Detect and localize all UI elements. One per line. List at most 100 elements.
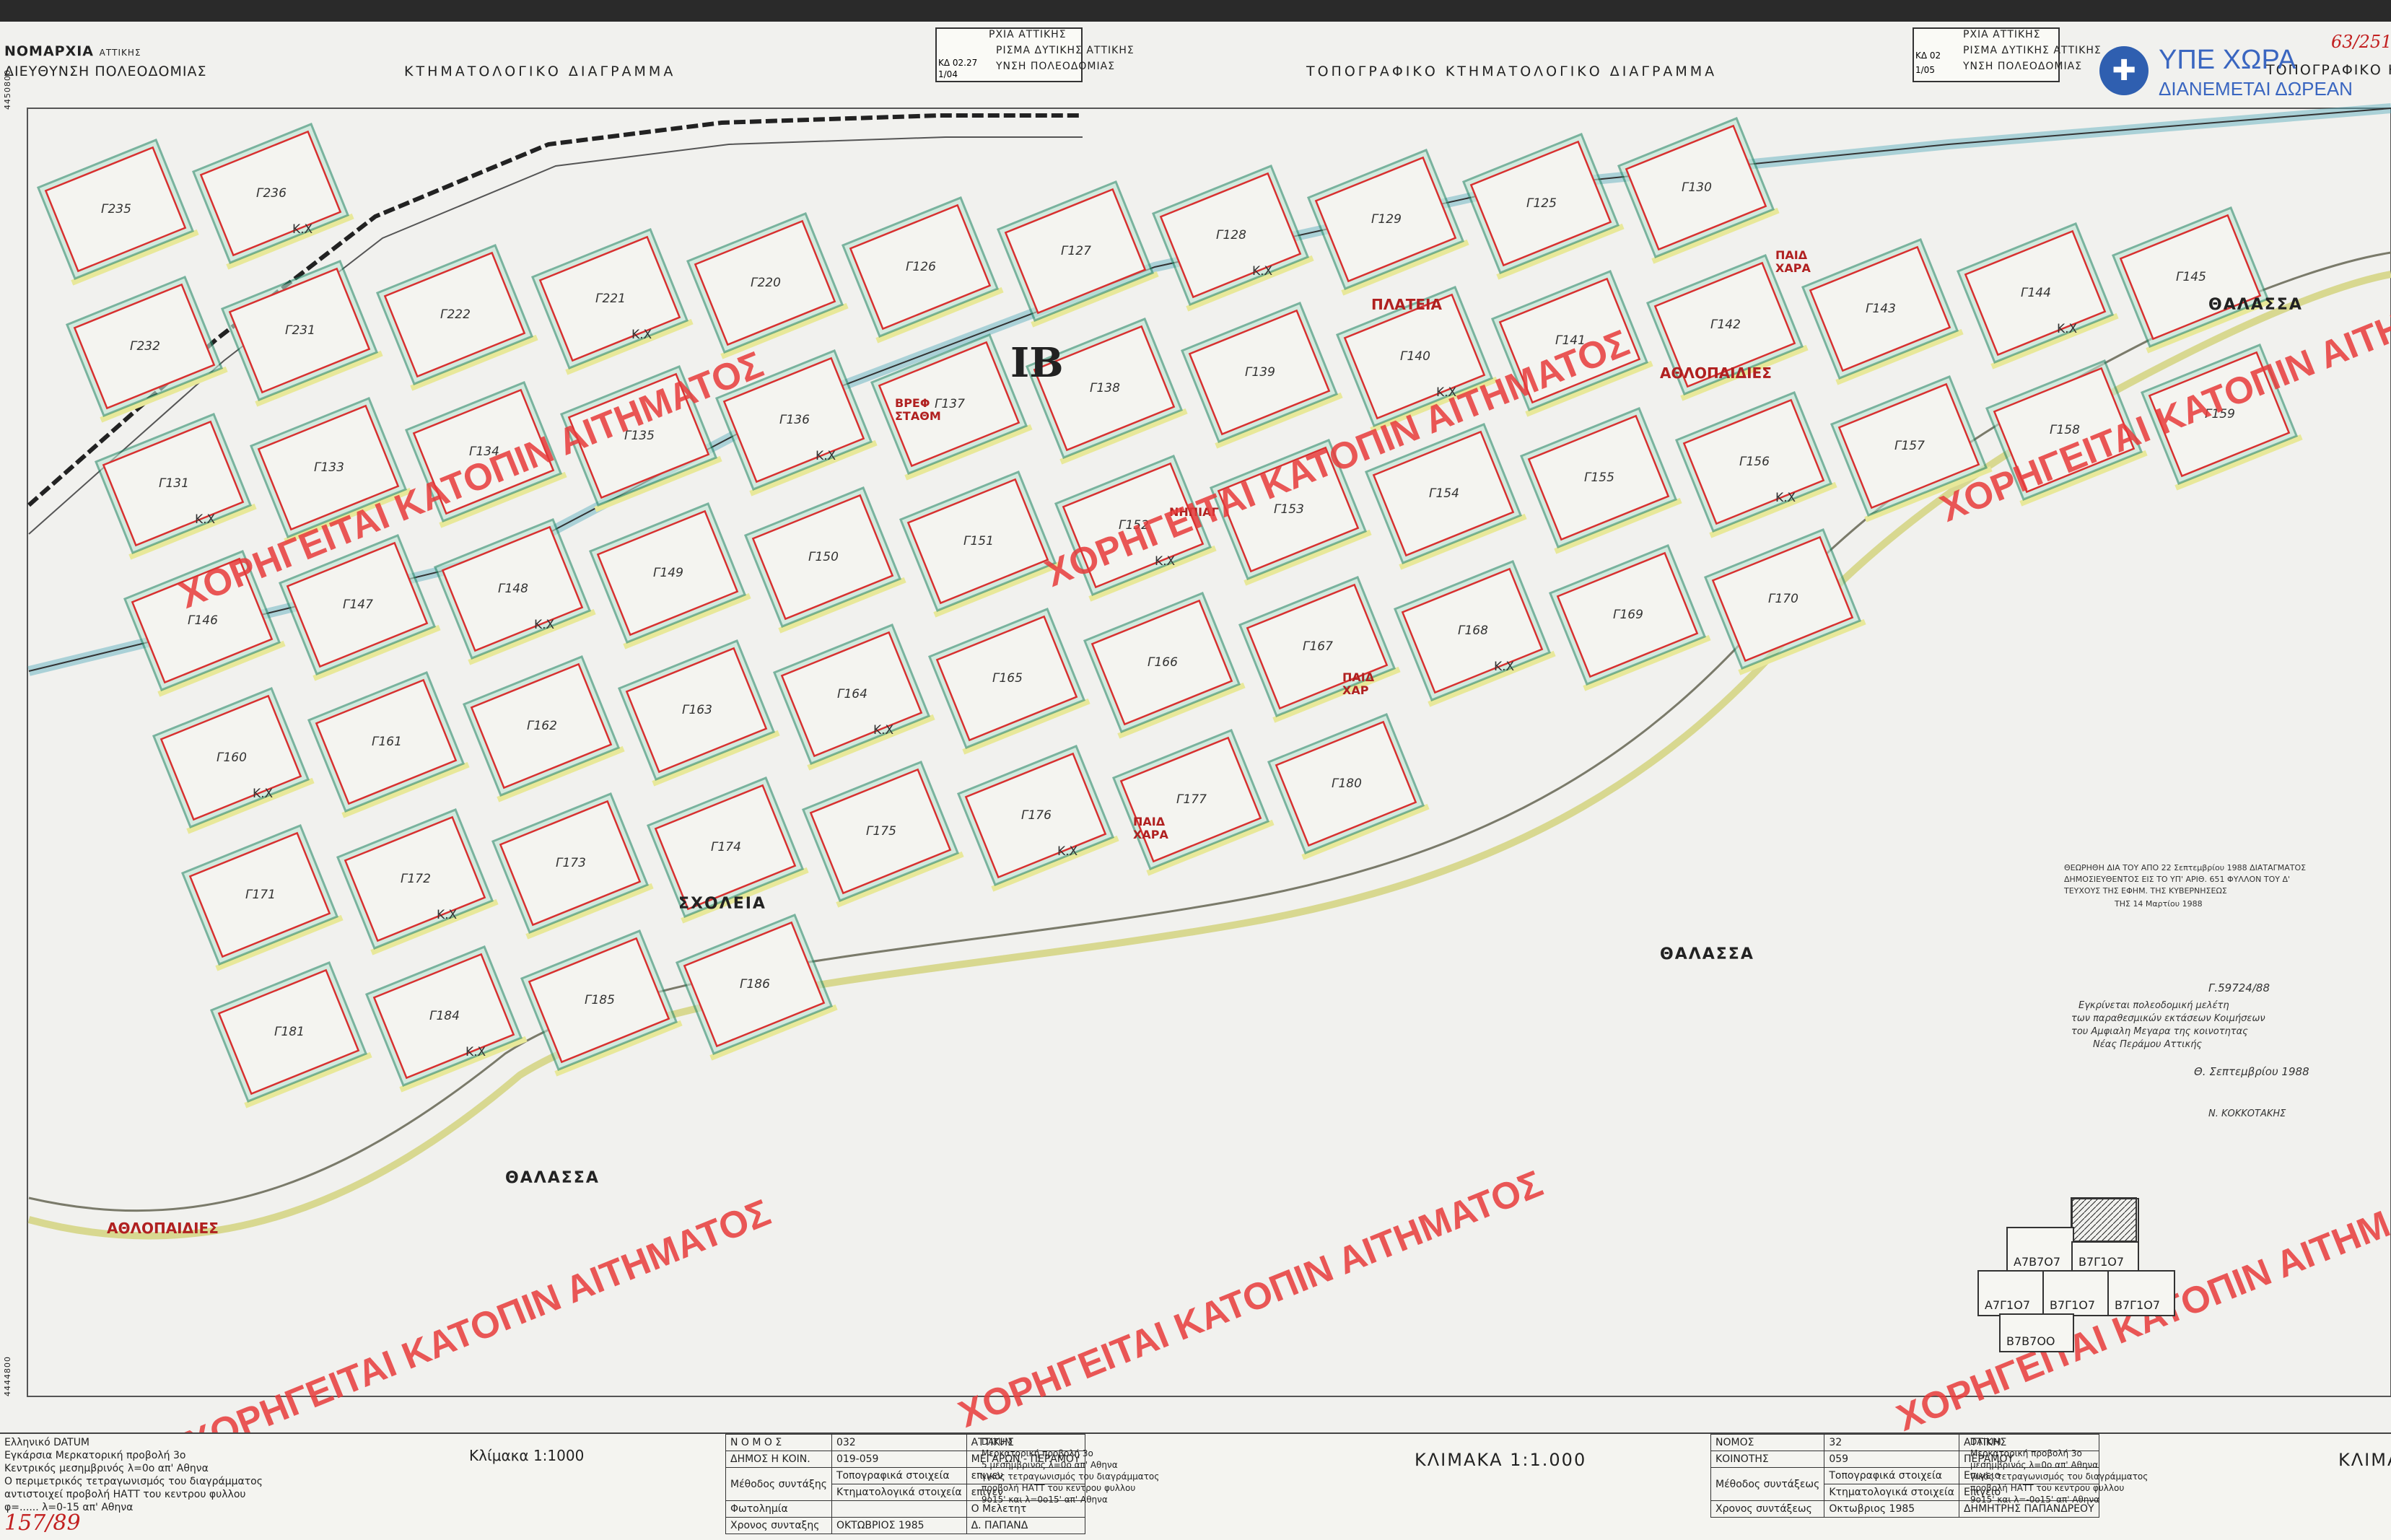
approval-line3: ΤΕΥΧΟΥΣ ΤΗΣ ΕΦΗΜ. ΤΗΣ ΚΥΒΕΡΝΗΣΕΩΣ <box>2064 886 2227 896</box>
sea-label-2: ΘΑΛΑΣΣΑ <box>1660 945 1754 963</box>
datum2-title: DATUM <box>982 1437 1013 1447</box>
kx-label: Κ.Χ <box>292 222 313 237</box>
block-id-label: Γ151 <box>963 534 994 548</box>
block-id-label: Γ163 <box>682 703 712 717</box>
sheet-index-cell-4: Β7Γ1Ο7 <box>2042 1270 2110 1316</box>
block-id-label: Γ171 <box>245 888 276 902</box>
cadastral-map <box>27 103 2391 1397</box>
approval-line2: ΔΗΜΟΣΙΕΥΘΕΝΤΟΣ ΕΙΣ ΤΟ ΥΠ' ΑΡΙΘ. 651 ΦΥΛΛ… <box>2064 875 2290 884</box>
block-id-label: Γ138 <box>1090 381 1120 395</box>
hand-note-date: Θ. Σεπτεμβρίου 1988 <box>2194 1065 2309 1078</box>
block-id-label: Γ180 <box>1332 776 1362 791</box>
sheet-index-current <box>2071 1198 2139 1244</box>
block-id-label: Γ129 <box>1371 212 1402 227</box>
block-id-label: Γ143 <box>1866 302 1896 316</box>
place-label-playground-2: ΠΑΙΔ ΧΑΡ <box>1342 670 1375 697</box>
block-id-label: Γ137 <box>935 397 965 411</box>
block-id-label: Γ160 <box>217 751 247 765</box>
block-id-label: Γ173 <box>556 856 586 870</box>
block-id-label: Γ149 <box>653 566 683 580</box>
block-id-label: Γ150 <box>808 550 839 564</box>
kx-label: Κ.Χ <box>816 449 836 463</box>
block-id-label: Γ133 <box>314 460 344 475</box>
kx-label: Κ.Χ <box>437 908 458 922</box>
block-id-label: Γ166 <box>1148 655 1178 670</box>
block-id-label: Γ145 <box>2176 270 2206 284</box>
place-label-sports-1: ΑΘΛΟΠΑΙΔΙΕΣ <box>1660 364 1772 382</box>
place-label-schools: ΣΧΟΛΕΙΑ <box>678 895 766 913</box>
block-id-label: Γ167 <box>1303 639 1333 654</box>
datum3-line: προβολή ΗΑΤΤ του κεντρου φυλλου <box>1970 1483 2125 1493</box>
block-id-label: Γ142 <box>1710 318 1741 332</box>
block-id-label: Γ164 <box>837 687 867 701</box>
scale-left: Κλίμακα 1:1000 <box>469 1447 585 1464</box>
datum-line: Κεντρικός μεσημβρινός λ=0ο απ' Αθηνα <box>4 1463 209 1474</box>
block-id-label: Γ236 <box>256 186 287 201</box>
place-label-playground-1: ΠΑΙΔ ΧΑΡΑ <box>1775 248 1811 275</box>
kx-label: Κ.Χ <box>1252 264 1273 279</box>
datum2-line: 5 μεσημβρινός λ=0ο απ' Αθηνα <box>982 1460 1118 1470</box>
sea-label-1: ΘΑΛΑΣΣΑ <box>2208 296 2303 314</box>
datum2-line: Μερκατορική προβολή 3ο <box>982 1448 1093 1458</box>
kx-label: Κ.Χ <box>1494 660 1515 674</box>
sheet-index-cell-2: Β7Γ1Ο7 <box>2071 1241 2139 1273</box>
approval-line1: ΘΕΩΡΗΘΗ ΔΙΑ ΤΟΥ ΑΠΟ 22 Σεπτεμβρίου 1988 … <box>2064 863 2307 872</box>
datum3-line: γικός τετραγωνισμός του διαγράμματος <box>1970 1471 2149 1482</box>
hand-note-signature: Ν. ΚΟΚΚΟΤΑΚΗΣ <box>2208 1108 2286 1119</box>
block-id-label: Γ184 <box>429 1009 460 1023</box>
block-id-label: Γ176 <box>1021 808 1052 823</box>
block-id-label: Γ139 <box>1245 365 1275 380</box>
block-id-label: Γ181 <box>274 1025 305 1039</box>
block-id-label: Γ172 <box>401 872 431 886</box>
block-id-label: Γ168 <box>1458 624 1488 638</box>
kx-label: Κ.Χ <box>465 1045 486 1059</box>
kx-label: Κ.Χ <box>1057 844 1078 859</box>
block-id-label: Γ148 <box>498 582 528 596</box>
block-id-label: Γ162 <box>527 719 557 733</box>
scale-center: ΚΛΙΜΑΚΑ 1:1.000 <box>1415 1450 1587 1470</box>
scale-right: ΚΛΙΜΑΚ <box>2338 1450 2391 1470</box>
kx-label: Κ.Χ <box>1155 554 1176 569</box>
kx-label: Κ.Χ <box>631 328 652 342</box>
handwritten-ref: 157/89 <box>4 1510 81 1536</box>
block-id-label: Γ174 <box>711 840 741 854</box>
block-id-label: Γ232 <box>130 339 160 354</box>
block-id-label: Γ222 <box>440 307 471 322</box>
sheet-index-cell-5: Β7Γ1Ο7 <box>2107 1270 2175 1316</box>
block-id-label: Γ157 <box>1894 439 1925 453</box>
place-label-sports-2: ΑΘΛΟΠΑΙΔΙΕΣ <box>107 1220 219 1237</box>
block-id-label: Γ127 <box>1061 244 1091 258</box>
kx-label: Κ.Χ <box>1775 491 1796 505</box>
block-id-label: Γ161 <box>372 735 402 749</box>
hand-note-line2: των παραθεσμικών εκτάσεων Κοιμήσεων <box>2071 1013 2265 1024</box>
block-id-label: Γ128 <box>1216 228 1246 242</box>
block-id-label: Γ220 <box>751 276 781 290</box>
hand-note-line4: Νέας Περάμου Αττικής <box>2093 1039 2203 1050</box>
block-id-label: Γ165 <box>992 671 1023 686</box>
datum-line: Ο περιμετρικός τετραγωνισμός του διαγράμ… <box>4 1476 263 1487</box>
datum2-line: γικός τετραγωνισμός του διαγράμματος <box>982 1471 1160 1482</box>
block-id-label: Γ235 <box>101 202 131 216</box>
kx-label: Κ.Χ <box>534 618 555 632</box>
map-sheet: ΝΟΜΑΡΧΙΑ ΑΤΤΙΚΗΣ ΔΙΕΥΘΥΝΣΗ ΠΟΛΕΟΔΟΜΙΑΣ Κ… <box>0 0 2391 1540</box>
block-id-label: Γ186 <box>740 977 770 992</box>
hand-note-ref: Γ.59724/88 <box>2208 981 2270 994</box>
block-id-label: Γ140 <box>1400 349 1430 364</box>
sheet-index-cell-3: Α7Γ1Ο7 <box>1977 1270 2045 1316</box>
kx-label: Κ.Χ <box>2057 322 2078 336</box>
block-id-label: Γ147 <box>343 598 373 612</box>
kx-label: Κ.Χ <box>873 723 894 738</box>
coord-top: 4450800 <box>3 69 12 110</box>
kx-label: Κ.Χ <box>195 512 216 527</box>
footer-panel: Ελληνικό DATUM Εγκάρσια Μερκατορική προβ… <box>0 1432 2391 1540</box>
datum3-line: 9ο15' και λ=-0ο15' απ' Αθηνα <box>1970 1495 2100 1505</box>
place-label-playground-3: ΠΑΙΔ ΧΑΡΑ <box>1133 815 1168 841</box>
block-id-label: Γ136 <box>779 413 810 427</box>
block-id-label: Γ154 <box>1429 486 1459 501</box>
block-id-label: Γ144 <box>2021 286 2051 300</box>
hand-note-line1: Εγκρίνεται πολεοδομική μελέτη <box>2079 1000 2229 1011</box>
datum3-title: DATUM <box>1970 1437 2001 1447</box>
datum3-line: μεσημβρινός λ=0ο απ' Αθηνα <box>1970 1460 2099 1470</box>
datum2-line: προβολή ΗΑΤΤ του κεντρου φυλλου <box>982 1483 1136 1493</box>
datum2-line: 9ο15' και λ=0ο15' απ' Αθηνα <box>982 1495 1108 1505</box>
